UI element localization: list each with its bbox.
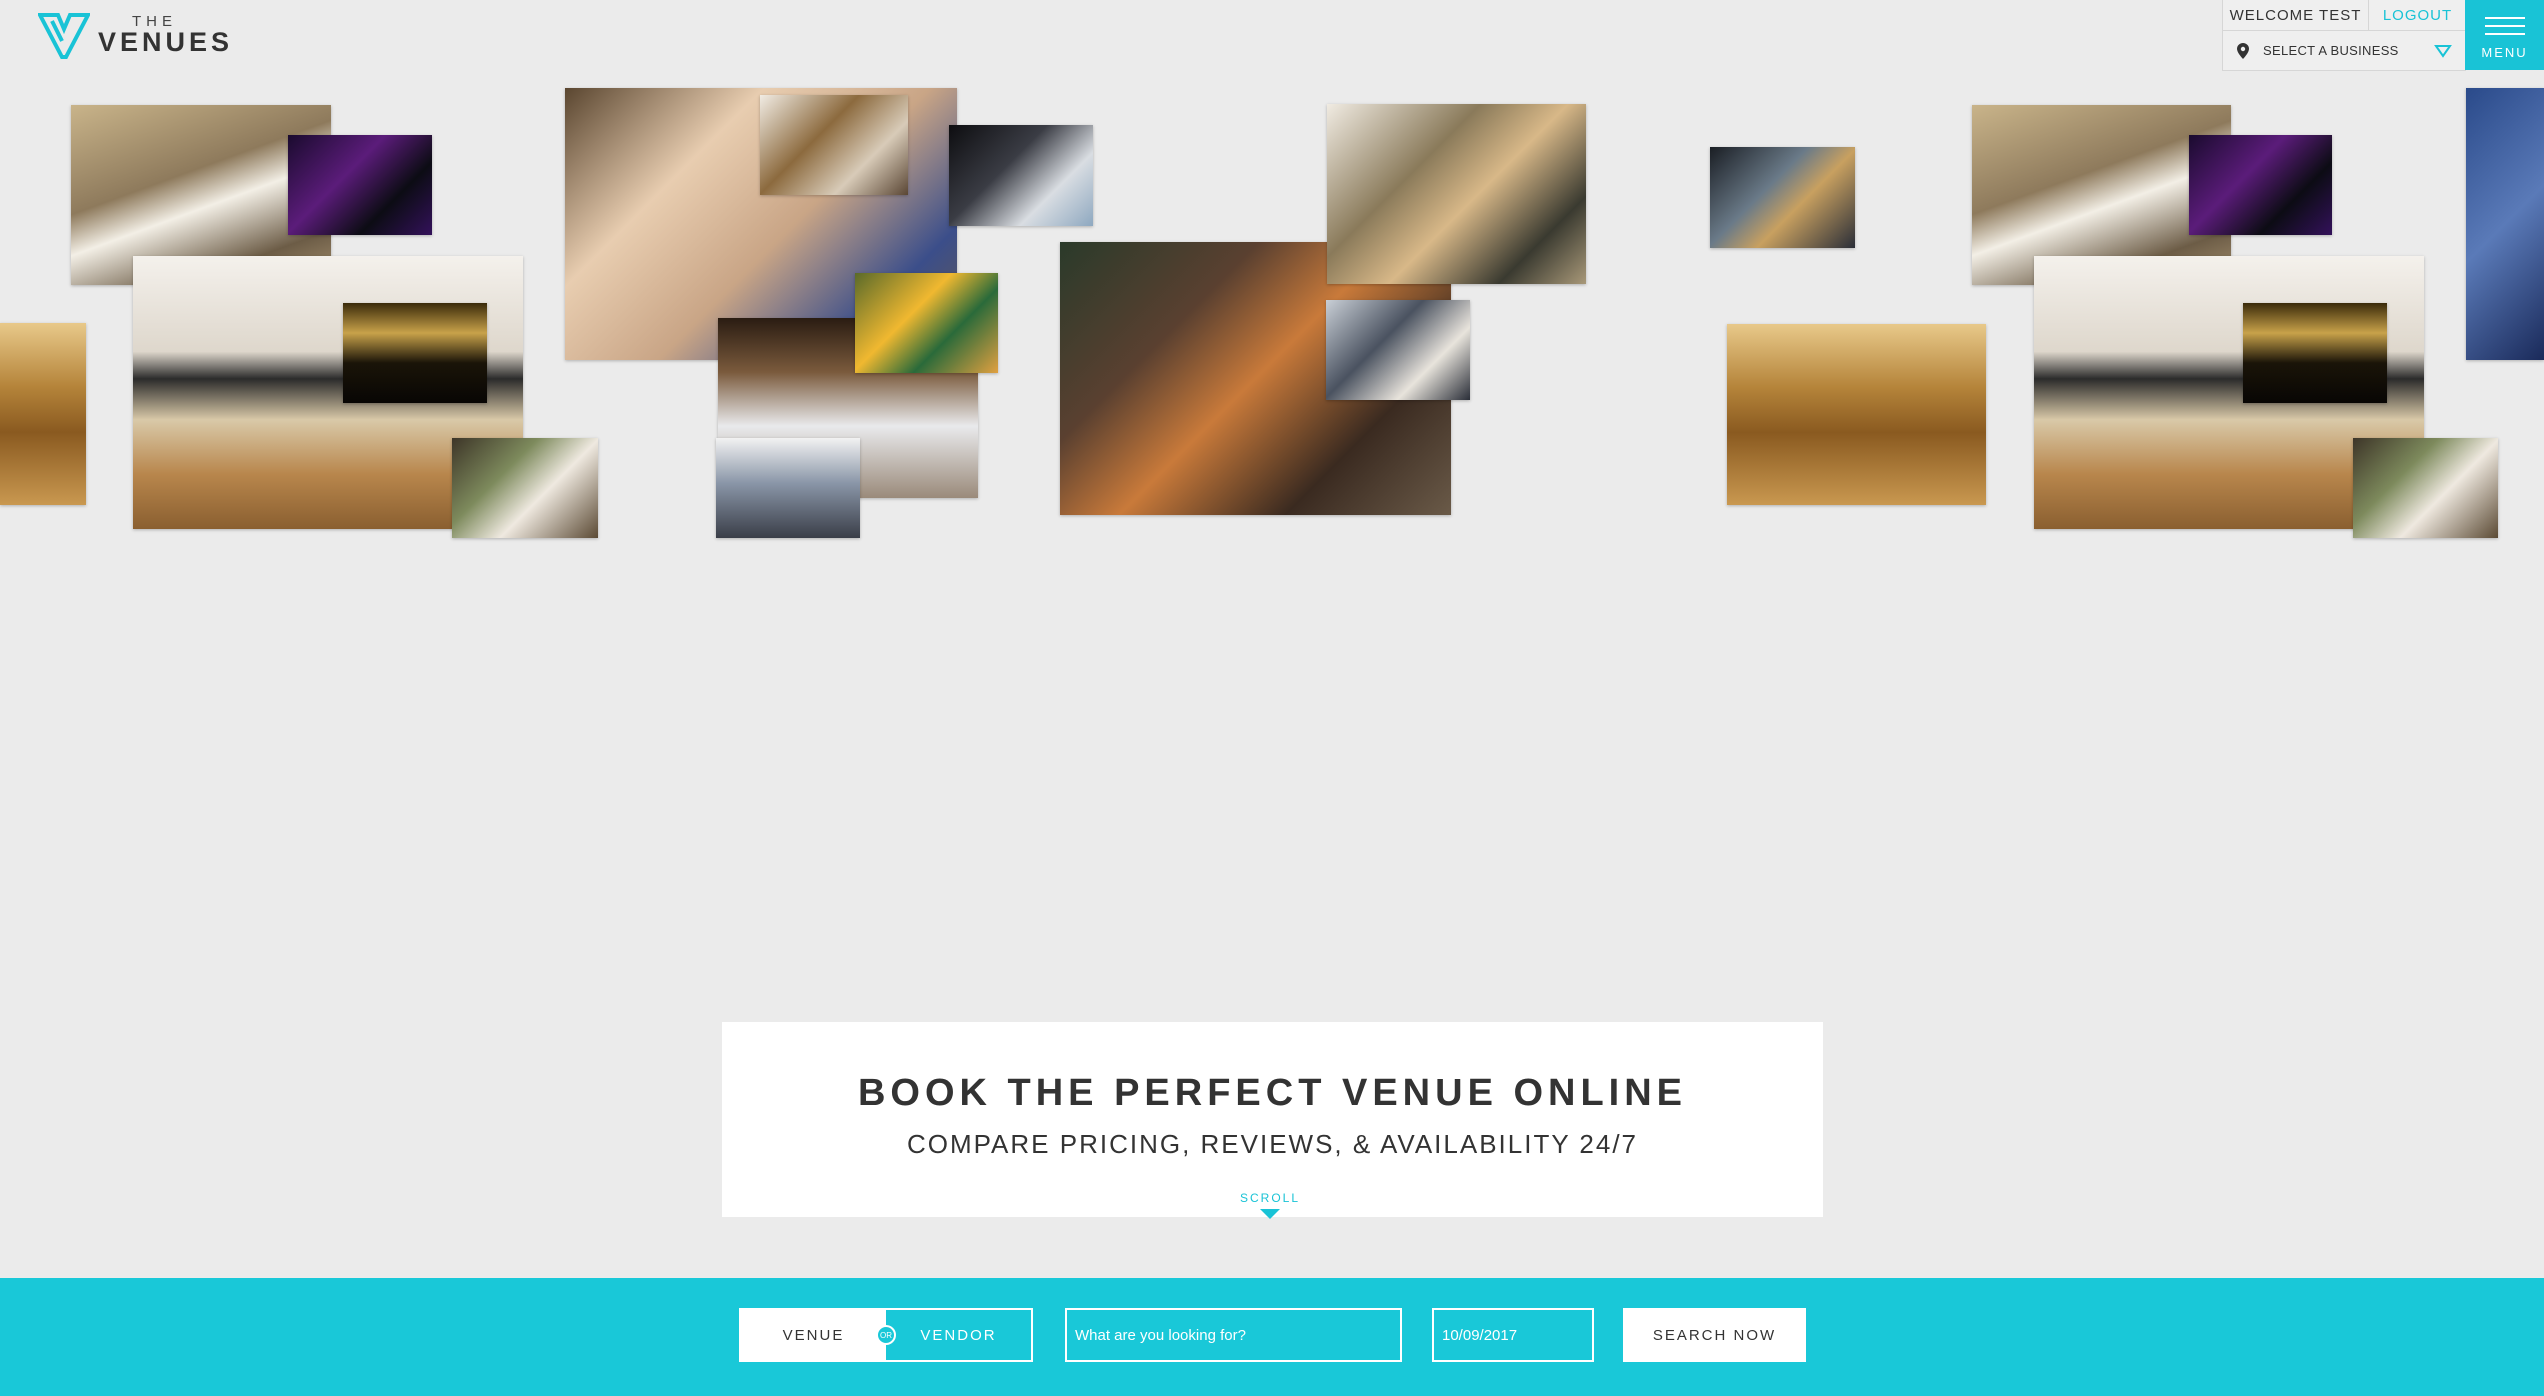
toggle-venue[interactable]: VENUE xyxy=(741,1310,886,1360)
search-input[interactable] xyxy=(1065,1308,1402,1362)
or-badge: OR xyxy=(876,1325,896,1345)
collage-photo-bride-2 xyxy=(2353,438,2498,538)
business-select[interactable]: SELECT A BUSINESS xyxy=(2223,31,2466,70)
menu-label: MENU xyxy=(2481,44,2528,60)
toggle-vendor[interactable]: VENDOR xyxy=(886,1310,1031,1360)
collage-photo-canapes xyxy=(1710,147,1855,248)
collage-photo-hall xyxy=(0,323,86,505)
collage-photo-crowd-2 xyxy=(2243,303,2387,403)
search-bar: VENUE VENDOR OR SEARCH NOW xyxy=(0,1278,2544,1396)
date-field[interactable] xyxy=(1432,1308,1594,1362)
logo-mark-icon xyxy=(38,13,90,59)
scroll-indicator[interactable]: SCROLL xyxy=(1220,1191,1320,1219)
menu-button[interactable]: MENU xyxy=(2465,0,2544,70)
map-pin-icon xyxy=(2237,42,2249,59)
account-panel: WELCOME TEST LOGOUT SELECT A BUSINESS xyxy=(2222,0,2466,71)
hero-title: BOOK THE PERFECT VENUE ONLINE xyxy=(857,1072,1688,1114)
arrow-down-icon xyxy=(1260,1209,1280,1219)
business-select-label: SELECT A BUSINESS xyxy=(2263,43,2399,58)
logo-text: VENUES xyxy=(98,27,234,57)
collage-photo-dj-2 xyxy=(2189,135,2332,235)
collage-photo-crowd xyxy=(343,303,487,403)
collage-photo-flowers xyxy=(855,273,998,373)
collage-photo-driver xyxy=(949,125,1093,226)
collage-photo-dj xyxy=(288,135,432,235)
collage-photo-bride xyxy=(452,438,598,538)
collage-photo-dinner xyxy=(760,95,908,195)
search-button[interactable]: SEARCH NOW xyxy=(1623,1308,1806,1362)
collage-photo-meeting xyxy=(1326,300,1470,400)
hero-card: BOOK THE PERFECT VENUE ONLINE COMPARE PR… xyxy=(722,1022,1823,1217)
collage-photo-edge xyxy=(2466,88,2544,360)
collage-photo-hall-2 xyxy=(1727,324,1986,505)
chevron-down-icon xyxy=(2434,44,2452,58)
welcome-text: WELCOME TEST xyxy=(2223,0,2369,30)
collage-photo-buffet xyxy=(1327,104,1586,284)
hero-subtitle: COMPARE PRICING, REVIEWS, & AVAILABILITY… xyxy=(906,1129,1639,1159)
collage-photo-conference xyxy=(716,438,860,538)
venue-vendor-toggle[interactable]: VENUE VENDOR OR xyxy=(739,1308,1033,1362)
scroll-label: SCROLL xyxy=(1239,1191,1301,1205)
hamburger-icon xyxy=(2484,11,2525,41)
logo[interactable]: THE VENUES xyxy=(38,10,233,60)
logout-link[interactable]: LOGOUT xyxy=(2369,0,2466,30)
